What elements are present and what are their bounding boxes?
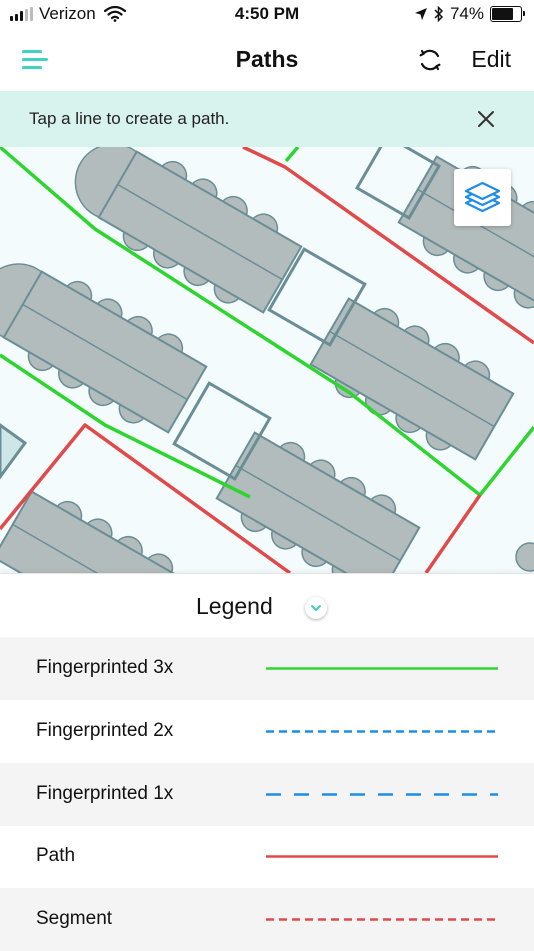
banner-text: Tap a line to create a path.	[29, 109, 230, 128]
status-bar: Verizon 4:50 PM 74%	[0, 0, 534, 30]
legend-item-label: Fingerprinted 3x	[36, 657, 174, 678]
legend-line	[266, 855, 498, 858]
status-right: 74%	[414, 4, 525, 24]
legend-item-label: Fingerprinted 1x	[36, 783, 174, 804]
bluetooth-icon	[434, 6, 444, 22]
legend-line	[266, 793, 498, 796]
legend-item-label: Segment	[36, 908, 113, 929]
battery-percent: 74%	[449, 4, 484, 23]
battery-icon	[490, 6, 525, 22]
layers-button[interactable]	[454, 169, 511, 226]
edit-button[interactable]: Edit	[471, 46, 511, 73]
legend-item-fingerprinted-3x: Fingerprinted 3x	[0, 637, 534, 700]
legend-item-fingerprinted-2x: Fingerprinted 2x	[0, 700, 534, 763]
legend-header[interactable]: Legend	[0, 573, 534, 638]
nav-bar: Paths Edit	[0, 30, 534, 91]
close-icon[interactable]	[476, 109, 496, 129]
sync-icon[interactable]	[416, 46, 444, 74]
legend-item-label: Path	[36, 845, 76, 866]
legend-toggle-button[interactable]	[305, 597, 327, 619]
layers-icon	[464, 181, 501, 213]
legend-item-path: Path	[0, 825, 534, 888]
legend-item-label: Fingerprinted 2x	[36, 720, 174, 741]
legend-line	[266, 667, 498, 670]
location-arrow-icon	[414, 8, 427, 20]
chevron-down-icon	[311, 605, 321, 611]
legend-title: Legend	[196, 593, 273, 619]
page-title: Paths	[235, 46, 299, 72]
legend-line	[266, 730, 498, 733]
legend-item-fingerprinted-1x: Fingerprinted 1x	[0, 763, 534, 826]
legend-item-segment: Segment	[0, 888, 534, 951]
legend-line	[266, 918, 498, 921]
hint-banner: Tap a line to create a path.	[0, 91, 534, 147]
